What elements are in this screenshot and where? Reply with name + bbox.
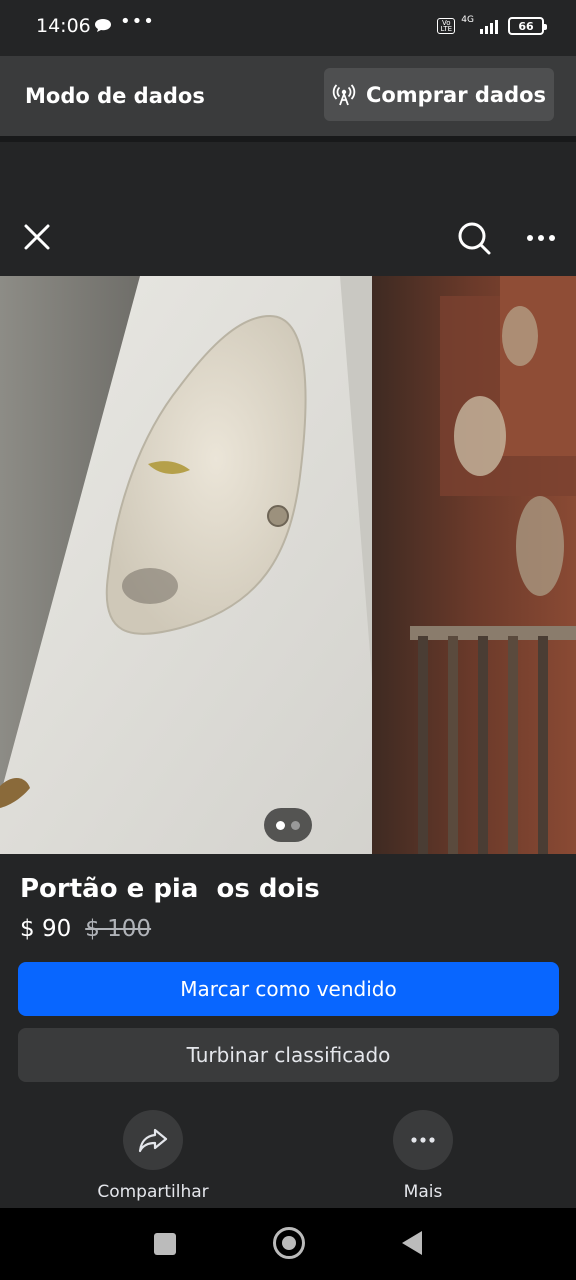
boost-listing-label: Turbinar classificado bbox=[186, 1043, 391, 1067]
more-dots-icon: ••• bbox=[120, 11, 155, 32]
top-bar bbox=[0, 142, 576, 276]
battery-icon: 66 bbox=[508, 17, 547, 35]
buy-data-label: Comprar dados bbox=[365, 82, 547, 107]
sink-photo bbox=[0, 276, 576, 854]
chat-bubble-icon bbox=[95, 19, 111, 32]
status-bar: 14:06 ••• Vo LTE 4G 66 bbox=[0, 0, 576, 56]
system-nav-bar bbox=[0, 1208, 576, 1280]
share-button[interactable] bbox=[123, 1110, 183, 1170]
more-button[interactable] bbox=[393, 1110, 453, 1170]
more-icon[interactable] bbox=[524, 226, 558, 250]
battery-level: 66 bbox=[518, 19, 534, 33]
mark-sold-label: Marcar como vendido bbox=[180, 977, 397, 1001]
back-icon[interactable] bbox=[402, 1231, 422, 1255]
boost-listing-button[interactable]: Turbinar classificado bbox=[18, 1028, 559, 1082]
pager-dot bbox=[291, 820, 300, 830]
search-icon[interactable] bbox=[456, 220, 492, 256]
photo-pager bbox=[264, 808, 312, 842]
network-type: 4G bbox=[461, 15, 474, 25]
volte-icon: Vo LTE bbox=[437, 18, 456, 34]
share-icon bbox=[138, 1128, 168, 1153]
more-label: Mais bbox=[403, 1182, 443, 1202]
more-action[interactable]: Mais bbox=[333, 1110, 513, 1210]
data-mode-banner: Modo de dados Comprar dados bbox=[0, 56, 576, 136]
more-dots-icon bbox=[411, 1137, 435, 1143]
listing-title: Portão e pia os dois bbox=[20, 874, 320, 904]
antenna-icon bbox=[332, 83, 356, 105]
data-mode-label: Modo de dados bbox=[25, 84, 205, 108]
status-icons: Vo LTE 4G 66 bbox=[437, 15, 547, 37]
home-icon[interactable] bbox=[273, 1227, 305, 1259]
mark-sold-button[interactable]: Marcar como vendido bbox=[18, 962, 559, 1016]
share-label: Compartilhar bbox=[97, 1182, 209, 1202]
old-price: $ 100 bbox=[85, 916, 152, 942]
price-row: $ 90 $ 100 bbox=[20, 916, 151, 942]
pager-dot-active bbox=[276, 820, 285, 830]
listing-photo[interactable] bbox=[0, 276, 576, 854]
recent-apps-icon[interactable] bbox=[154, 1233, 176, 1255]
close-icon[interactable] bbox=[22, 222, 52, 252]
buy-data-button[interactable]: Comprar dados bbox=[324, 68, 554, 121]
signal-icon bbox=[480, 20, 498, 34]
share-action[interactable]: Compartilhar bbox=[63, 1110, 243, 1210]
status-time: 14:06 bbox=[36, 15, 91, 37]
price: $ 90 bbox=[20, 916, 72, 942]
